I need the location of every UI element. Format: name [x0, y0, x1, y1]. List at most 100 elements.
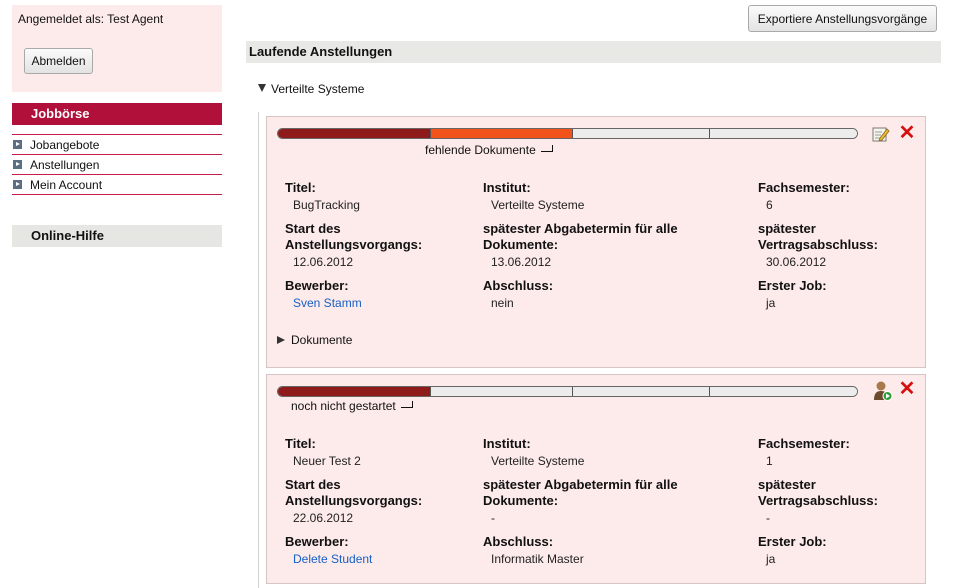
field-label: Institut: [483, 180, 531, 195]
titel-field: Titel: BugTracking [285, 180, 360, 213]
field-value: 1 [766, 454, 773, 468]
progress-segment [573, 387, 710, 396]
sidebar-item-anstellungen[interactable]: Anstellungen [12, 154, 222, 174]
status-label: noch nicht gestartet [291, 399, 415, 413]
abschluss-field: Abschluss: Informatik Master [483, 534, 584, 567]
field-label: Vertragsabschluss: [758, 493, 878, 508]
vertrag-field: spätester Vertragsabschluss: - [758, 477, 878, 526]
jobboerse-header: Jobbörse [12, 103, 222, 125]
field-label: Anstellungsvorgangs: [285, 237, 423, 252]
step-arrow-icon [400, 401, 415, 409]
field-label: Fachsemester: [758, 436, 850, 451]
field-value: nein [491, 296, 514, 310]
abschluss-field: Abschluss: nein [483, 278, 553, 311]
status-label: fehlende Dokumente [425, 143, 555, 157]
group-label: Verteilte Systeme [271, 82, 365, 96]
field-label: Start des [285, 477, 341, 492]
group-divider [258, 112, 259, 588]
field-label: Start des [285, 221, 341, 236]
online-hilfe-title: Online-Hilfe [31, 228, 104, 243]
logout-button[interactable]: Abmelden [24, 48, 93, 74]
documents-label: Dokumente [291, 333, 353, 347]
export-button[interactable]: Exportiere Anstellungsvorgänge [748, 5, 937, 32]
jobboerse-title: Jobbörse [31, 106, 90, 121]
group-toggle[interactable]: Verteilte Systeme [258, 82, 364, 96]
field-value: ja [766, 296, 776, 310]
field-value: 12.06.2012 [293, 255, 354, 269]
field-label: spätester [758, 221, 816, 236]
institut-field: Institut: Verteilte Systeme [483, 180, 584, 213]
field-label: Fachsemester: [758, 180, 850, 195]
field-value: Neuer Test 2 [293, 454, 361, 468]
field-label: Bewerber: [285, 534, 349, 549]
bewerber-field: Bewerber: Delete Student [285, 534, 372, 567]
field-value: Informatik Master [491, 552, 584, 566]
field-value: Verteilte Systeme [491, 454, 585, 468]
bewerber-field: Bewerber: Sven Stamm [285, 278, 362, 311]
arrow-bullet-icon [13, 180, 22, 189]
titel-field: Titel: Neuer Test 2 [285, 436, 361, 469]
field-value: - [766, 511, 770, 525]
sidebar-item-label: Anstellungen [30, 158, 100, 172]
employment-card: fehlende Dokumente ✕ Titel: BugTracking … [266, 116, 926, 368]
field-label: spätester Abgabetermin für alle [483, 477, 678, 492]
triangle-down-icon [258, 84, 266, 92]
progress-segment [278, 387, 431, 396]
applicant-link[interactable]: Sven Stamm [285, 295, 362, 311]
progress-segment [278, 129, 431, 138]
applicant-link[interactable]: Delete Student [285, 551, 372, 567]
progress-segment [710, 387, 857, 396]
fachsemester-field: Fachsemester: 6 [758, 180, 850, 213]
section-title: Laufende Anstellungen [249, 44, 393, 59]
institut-field: Institut: Verteilte Systeme [483, 436, 584, 469]
start-field: Start des Anstellungsvorgangs: 12.06.201… [285, 221, 422, 270]
sidebar-nav: Jobangebote Anstellungen Mein Account [12, 134, 222, 195]
sidebar-item-label: Jobangebote [30, 138, 100, 152]
step-arrow-icon [540, 145, 555, 153]
field-value: - [491, 511, 495, 525]
field-value: 13.06.2012 [491, 255, 552, 269]
logged-in-text: Angemeldet als: Test Agent [18, 12, 164, 26]
field-label: Dokumente: [483, 237, 559, 252]
field-label: Titel: [285, 180, 316, 195]
field-label: Vertragsabschluss: [758, 237, 878, 252]
status-text: fehlende Dokumente [425, 143, 536, 157]
section-header: Laufende Anstellungen [246, 41, 941, 63]
sidebar-item-label: Mein Account [30, 178, 103, 192]
field-label: Erster Job: [758, 534, 827, 549]
field-value: Verteilte Systeme [491, 198, 585, 212]
field-value: 22.06.2012 [293, 511, 354, 525]
arrow-bullet-icon [13, 140, 22, 149]
sidebar-item-jobangebote[interactable]: Jobangebote [12, 134, 222, 154]
progress-segment [431, 129, 573, 138]
erster-job-field: Erster Job: ja [758, 278, 827, 311]
delete-icon[interactable]: ✕ [898, 123, 916, 143]
sidebar-item-mein-account[interactable]: Mein Account [12, 174, 222, 195]
field-value: ja [766, 552, 776, 566]
progress-segment [710, 129, 857, 138]
online-hilfe-link[interactable]: Online-Hilfe [12, 225, 222, 247]
start-field: Start des Anstellungsvorgangs: 22.06.201… [285, 477, 422, 526]
documents-toggle[interactable]: Dokumente [277, 333, 352, 347]
progress-bar [277, 386, 858, 397]
abgabe-field: spätester Abgabetermin für alle Dokument… [483, 221, 678, 270]
field-label: Anstellungsvorgangs: [285, 493, 423, 508]
field-label: Abschluss: [483, 278, 554, 293]
field-label: Abschluss: [483, 534, 554, 549]
vertrag-field: spätester Vertragsabschluss: 30.06.2012 [758, 221, 878, 270]
arrow-bullet-icon [13, 160, 22, 169]
abgabe-field: spätester Abgabetermin für alle Dokument… [483, 477, 678, 526]
progress-bar [277, 128, 858, 139]
field-label: Institut: [483, 436, 531, 451]
erster-job-field: Erster Job: ja [758, 534, 827, 567]
login-panel: Angemeldet als: Test Agent Abmelden [12, 5, 222, 92]
field-value: BugTracking [293, 198, 360, 212]
edit-icon[interactable] [872, 125, 890, 143]
field-label: Bewerber: [285, 278, 349, 293]
progress-segment [431, 387, 573, 396]
start-process-icon[interactable] [873, 380, 893, 401]
field-label: spätester Abgabetermin für alle [483, 221, 678, 236]
delete-icon[interactable]: ✕ [898, 379, 916, 399]
field-label: Titel: [285, 436, 316, 451]
fachsemester-field: Fachsemester: 1 [758, 436, 850, 469]
